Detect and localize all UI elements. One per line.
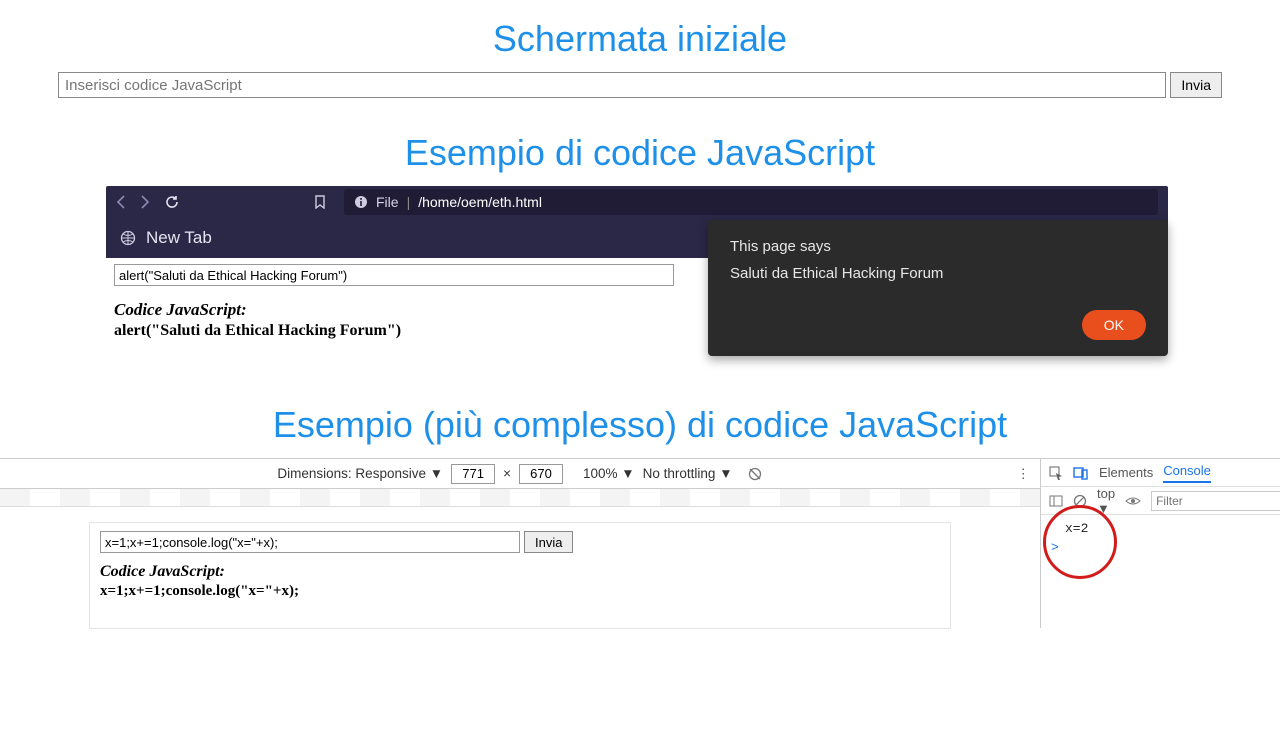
tab-elements[interactable]: Elements bbox=[1099, 465, 1153, 480]
console-toolbar: top ▼ bbox=[1041, 487, 1280, 515]
device-toggle-icon[interactable] bbox=[1073, 466, 1089, 480]
back-icon[interactable] bbox=[116, 195, 126, 209]
code-label-2: Codice JavaScript: bbox=[100, 563, 940, 581]
browser-mock: File | /home/oem/eth.html New Tab Codice… bbox=[106, 186, 1168, 354]
reload-icon[interactable] bbox=[164, 194, 180, 210]
heading-initial: Schermata iniziale bbox=[0, 18, 1280, 60]
forward-icon[interactable] bbox=[140, 195, 150, 209]
submit-button-page2[interactable]: Invia bbox=[524, 531, 573, 553]
eye-icon[interactable] bbox=[1125, 495, 1141, 507]
rotate-icon[interactable] bbox=[747, 466, 763, 482]
js-input-initial[interactable] bbox=[58, 72, 1166, 98]
alert-ok-button[interactable]: OK bbox=[1082, 310, 1146, 340]
device-toolbar: Dimensions: Responsive ▼ × 100% ▼ No thr… bbox=[0, 459, 1040, 489]
globe-icon bbox=[120, 230, 136, 246]
tab-console[interactable]: Console bbox=[1163, 463, 1211, 483]
devtools-right: Elements Console top ▼ x=2 > bbox=[1040, 459, 1280, 628]
clear-console-icon[interactable] bbox=[1073, 494, 1087, 508]
zoom-select[interactable]: 100% ▼ bbox=[583, 466, 635, 481]
page-form-row bbox=[114, 264, 674, 286]
tab-label[interactable]: New Tab bbox=[146, 228, 212, 248]
device-viewport: Invia Codice JavaScript: x=1;x+=1;consol… bbox=[0, 507, 1040, 628]
dim-x: × bbox=[503, 466, 511, 481]
js-input-page2[interactable] bbox=[100, 531, 520, 553]
console-prompt[interactable]: > bbox=[1051, 540, 1270, 555]
context-select[interactable]: top ▼ bbox=[1097, 486, 1115, 516]
ruler-stripe bbox=[0, 489, 1040, 507]
alert-title: This page says bbox=[730, 238, 1146, 255]
sidebar-toggle-icon[interactable] bbox=[1049, 495, 1063, 507]
js-alert-dialog: This page says Saluti da Ethical Hacking… bbox=[708, 220, 1168, 356]
submit-button-initial[interactable]: Invia bbox=[1170, 72, 1222, 98]
address-separator: | bbox=[407, 194, 411, 210]
alert-message: Saluti da Ethical Hacking Forum bbox=[730, 265, 1146, 282]
height-input[interactable] bbox=[519, 464, 563, 484]
throttling-select[interactable]: No throttling ▼ bbox=[643, 466, 733, 481]
console-body: x=2 > bbox=[1041, 515, 1280, 561]
address-path: /home/oem/eth.html bbox=[418, 194, 542, 210]
width-input[interactable] bbox=[451, 464, 495, 484]
devtools-tabstrip: Elements Console bbox=[1041, 459, 1280, 487]
address-scheme: File bbox=[376, 194, 399, 210]
js-input-page1[interactable] bbox=[114, 264, 674, 286]
code-line-2: x=1;x+=1;console.log("x="+x); bbox=[100, 583, 940, 600]
heading-example1: Esempio di codice JavaScript bbox=[0, 132, 1280, 174]
devtools-panel: Dimensions: Responsive ▼ × 100% ▼ No thr… bbox=[0, 458, 1280, 628]
dimensions-label[interactable]: Dimensions: Responsive ▼ bbox=[277, 466, 443, 481]
more-icon[interactable]: ⋮ bbox=[1017, 466, 1031, 482]
address-bar[interactable]: File | /home/oem/eth.html bbox=[344, 189, 1158, 215]
inspect-icon[interactable] bbox=[1049, 466, 1063, 480]
mini-page: Invia Codice JavaScript: x=1;x+=1;consol… bbox=[90, 523, 950, 628]
devtools-left: Dimensions: Responsive ▼ × 100% ▼ No thr… bbox=[0, 459, 1040, 628]
filter-input[interactable] bbox=[1151, 491, 1280, 511]
form-row-initial: Invia bbox=[0, 72, 1280, 114]
bookmark-icon[interactable] bbox=[314, 195, 326, 209]
browser-toolbar: File | /home/oem/eth.html bbox=[106, 186, 1168, 218]
console-output-line: x=2 bbox=[1051, 521, 1270, 536]
heading-example2: Esempio (più complesso) di codice JavaSc… bbox=[0, 404, 1280, 446]
info-icon bbox=[354, 195, 368, 209]
